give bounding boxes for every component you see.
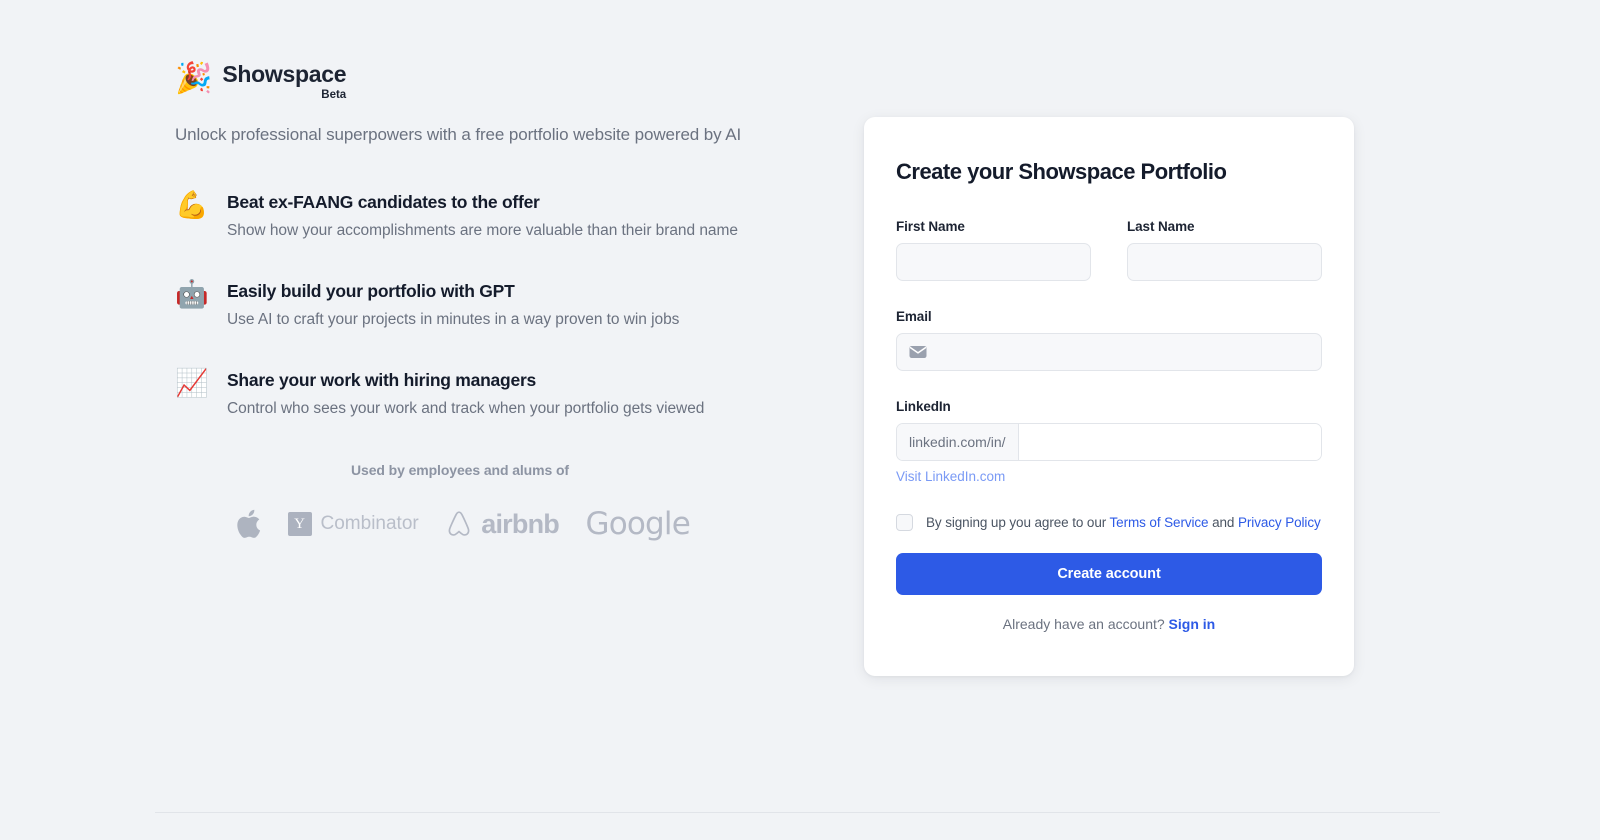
footer-divider (155, 812, 1440, 813)
robot-icon: 🤖 (175, 279, 209, 311)
feature-item: 💪 Beat ex-FAANG candidates to the offer … (175, 191, 815, 240)
terms-conjunction: and (1208, 515, 1238, 530)
ycombinator-wordmark: Combinator (320, 513, 419, 535)
first-name-label: First Name (896, 219, 965, 234)
last-name-field: Last Name (1127, 219, 1322, 281)
marketing-column: 🎉 Showspace Beta Unlock professional sup… (175, 61, 815, 542)
linkedin-label: LinkedIn (896, 399, 951, 414)
chart-increasing-icon: 📈 (175, 368, 209, 400)
terms-checkbox[interactable] (896, 514, 913, 531)
email-label: Email (896, 309, 932, 324)
visit-linkedin-link[interactable]: Visit LinkedIn.com (896, 469, 1005, 484)
feature-title: Share your work with hiring managers (227, 370, 536, 391)
last-name-input[interactable] (1127, 243, 1322, 281)
airbnb-logo: airbnb (445, 508, 560, 540)
social-proof-title: Used by employees and alums of (351, 462, 569, 479)
signup-card: Create your Showspace Portfolio First Na… (864, 117, 1354, 676)
apple-logo (235, 508, 261, 540)
linkedin-input-group: linkedin.com/in/ (896, 423, 1322, 461)
privacy-policy-link[interactable]: Privacy Policy (1238, 515, 1321, 530)
flexed-biceps-icon: 💪 (175, 190, 209, 222)
feature-title: Beat ex-FAANG candidates to the offer (227, 192, 540, 213)
email-input[interactable] (896, 333, 1322, 371)
ycombinator-mark: Y (287, 512, 312, 537)
feature-description: Use AI to craft your projects in minutes… (227, 311, 680, 329)
party-popper-icon: 🎉 (175, 61, 213, 96)
linkedin-prefix: linkedin.com/in/ (897, 424, 1019, 460)
ycombinator-logo: Y Combinator (287, 512, 419, 537)
brand-logo[interactable]: 🎉 Showspace Beta (175, 61, 815, 102)
name-row: First Name Last Name (896, 219, 1322, 281)
signup-page: 🎉 Showspace Beta Unlock professional sup… (0, 0, 1600, 840)
first-name-field: First Name (896, 219, 1091, 281)
hero-tagline: Unlock professional superpowers with a f… (175, 125, 742, 145)
linkedin-field: LinkedIn linkedin.com/in/ Visit LinkedIn… (896, 399, 1322, 486)
card-title: Create your Showspace Portfolio (896, 159, 1227, 184)
create-account-button[interactable]: Create account (896, 553, 1322, 595)
last-name-label: Last Name (1127, 219, 1195, 234)
feature-item: 📈 Share your work with hiring managers C… (175, 369, 815, 418)
social-proof: Used by employees and alums of Y Combina… (175, 462, 815, 542)
logo-row: Y Combinator airbnb Google (175, 506, 745, 542)
signin-prompt: Already have an account? (1002, 616, 1165, 632)
airbnb-wordmark: airbnb (481, 508, 560, 539)
terms-row: By signing up you agree to our Terms of … (896, 514, 1322, 531)
feature-description: Control who sees your work and track whe… (227, 400, 705, 418)
google-logo: Google (585, 506, 690, 542)
terms-of-service-link[interactable]: Terms of Service (1110, 515, 1209, 530)
terms-text: By signing up you agree to our Terms of … (926, 515, 1321, 530)
email-input-wrapper (896, 333, 1322, 371)
email-field: Email (896, 309, 1322, 371)
beta-badge: Beta (321, 89, 347, 102)
feature-description: Show how your accomplishments are more v… (227, 222, 738, 240)
first-name-input[interactable] (896, 243, 1091, 281)
brand-name: Showspace (222, 61, 347, 87)
feature-body: Share your work with hiring managers Con… (227, 369, 704, 418)
terms-prefix: By signing up you agree to our (926, 515, 1110, 530)
sign-in-link[interactable]: Sign in (1169, 616, 1216, 632)
signin-row: Already have an account? Sign in (896, 616, 1322, 632)
linkedin-input[interactable] (1018, 424, 1321, 460)
feature-item: 🤖 Easily build your portfolio with GPT U… (175, 280, 815, 329)
brand-text: Showspace Beta (222, 61, 347, 102)
feature-list: 💪 Beat ex-FAANG candidates to the offer … (175, 191, 815, 418)
feature-title: Easily build your portfolio with GPT (227, 281, 515, 302)
feature-body: Easily build your portfolio with GPT Use… (227, 280, 679, 329)
feature-body: Beat ex-FAANG candidates to the offer Sh… (227, 191, 738, 240)
google-wordmark: Google (585, 506, 690, 543)
